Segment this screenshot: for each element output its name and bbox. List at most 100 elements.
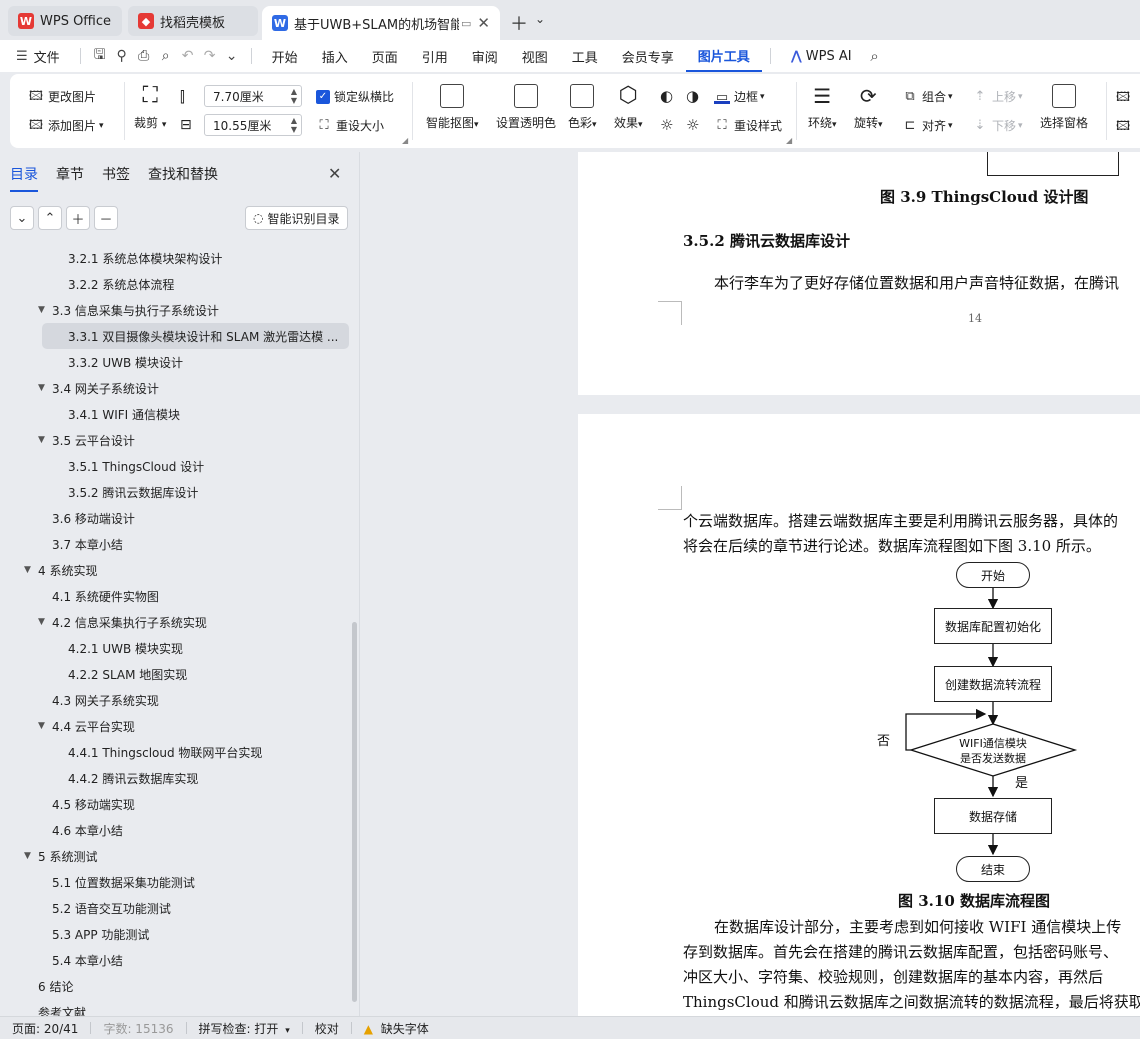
add-heading-button[interactable]: ＋ — [66, 206, 90, 230]
menu-file[interactable]: ☰ 文件 — [0, 40, 72, 72]
window-icon[interactable]: ▭ — [461, 17, 471, 30]
close-tab-icon[interactable]: ✕ — [477, 14, 490, 32]
toc-item[interactable]: 4.2.1 UWB 模块实现 — [0, 635, 350, 661]
reset-style-button[interactable]: ⛶ 重设样式 — [714, 117, 782, 134]
menu-tools[interactable]: 工具 — [560, 40, 610, 72]
menu-view[interactable]: 视图 — [510, 40, 560, 72]
toc-item[interactable]: 3.2.1 系统总体模块架构设计 — [0, 245, 350, 271]
print-icon[interactable]: ⎙ — [133, 48, 155, 64]
tab-docer-templates[interactable]: ◆ 找稻壳模板 — [128, 6, 258, 36]
toc-item[interactable]: ▼ 3.4 网关子系统设计 — [0, 375, 350, 401]
collapse-all-button[interactable]: ⌃ — [38, 206, 62, 230]
toc-item[interactable]: 3.5.1 ThingsCloud 设计 — [0, 453, 350, 479]
chevron-down-icon[interactable]: ⌄ — [221, 48, 243, 64]
toc-item[interactable]: 4.3 网关子系统实现 — [0, 687, 350, 713]
toc-item[interactable]: 4.5 移动端实现 — [0, 791, 350, 817]
toc-item[interactable]: 5.4 本章小结 — [0, 947, 350, 973]
toc-item[interactable]: ▼ 5 系统测试 — [0, 843, 350, 869]
print-preview-icon[interactable]: ⌕ — [155, 48, 177, 64]
height-input[interactable]: 7.70厘米 ▲ ▼ — [204, 85, 302, 107]
width-input[interactable]: 10.55厘米 ▲ ▼ — [204, 114, 302, 136]
color-button[interactable]: 色彩▾ — [568, 84, 597, 131]
toc-item[interactable]: ▼ 3.5 云平台设计 — [0, 427, 350, 453]
move-down-button[interactable]: ⇣ 下移 ▾ — [972, 117, 1023, 134]
menu-home[interactable]: 开始 — [260, 40, 310, 72]
reset-size-button[interactable]: ⛶ 重设大小 — [316, 117, 384, 134]
toc-item[interactable]: 3.3.1 双目摄像头模块设计和 SLAM 激光雷达模 ... — [42, 323, 349, 349]
save-icon[interactable]: 🖫 — [89, 44, 111, 68]
change-picture-button[interactable]: 🖾 更改图片 — [28, 88, 96, 105]
caret-down-icon[interactable]: ▼ — [24, 565, 38, 575]
dialog-launcher-icon[interactable]: ◢ — [786, 136, 792, 145]
smart-cutout-button[interactable]: 智能抠图▾ — [426, 84, 479, 131]
wrap-button[interactable]: ☰ 环绕▾ — [808, 84, 837, 131]
chevron-down-icon[interactable]: ⌄ — [535, 12, 545, 26]
caret-down-icon[interactable]: ▼ — [38, 305, 52, 315]
toc-item[interactable]: 3.6 移动端设计 — [0, 505, 350, 531]
move-up-button[interactable]: ⇡ 上移 ▾ — [972, 88, 1023, 105]
caret-down-icon[interactable]: ▼ — [38, 383, 52, 393]
stepper-arrows-icon[interactable]: ▲ ▼ — [291, 87, 297, 105]
group-button[interactable]: ⧉ 组合 ▾ — [902, 88, 952, 105]
caret-down-icon[interactable]: ▼ — [38, 721, 52, 731]
menu-review[interactable]: 审阅 — [460, 40, 510, 72]
redo-icon[interactable]: ↷ — [199, 48, 221, 64]
menu-member[interactable]: 会员专享 — [610, 40, 686, 72]
toc-item[interactable]: ▼ 4 系统实现 — [0, 557, 350, 583]
caret-down-icon[interactable]: ▼ — [38, 617, 52, 627]
toc-item[interactable]: 3.2.2 系统总体流程 — [0, 271, 350, 297]
word-count[interactable]: 字数: 15136 — [91, 1020, 185, 1037]
toc-item[interactable]: 5.2 语音交互功能测试 — [0, 895, 350, 921]
border-button[interactable]: ▭ 边框 ▾ — [714, 88, 765, 105]
search-icon[interactable]: ⌕ — [864, 47, 886, 65]
toc-item[interactable]: 4.6 本章小结 — [0, 817, 350, 843]
tab-wps-office[interactable]: W WPS Office — [8, 6, 122, 36]
brightness-icon[interactable]: ◐ — [660, 87, 673, 105]
sun-decrease-icon[interactable]: ☼ — [686, 116, 699, 134]
toc-item[interactable]: 3.4.1 WIFI 通信模块 — [0, 401, 350, 427]
proofread-button[interactable]: 校对 — [303, 1020, 351, 1037]
toc-item[interactable]: 4.4.1 Thingscloud 物联网平台实现 — [0, 739, 350, 765]
toc-item[interactable]: ▼ 3.3 信息采集与执行子系统设计 — [0, 297, 350, 323]
set-transparent-button[interactable]: 设置透明色 — [496, 84, 556, 131]
toc-item[interactable]: 4.2.2 SLAM 地图实现 — [0, 661, 350, 687]
tab-bookmarks[interactable]: 书签 — [102, 164, 130, 192]
add-picture-button[interactable]: 🖾 添加图片 ▾ — [28, 117, 104, 134]
tab-chapters[interactable]: 章节 — [56, 164, 84, 192]
contrast-icon[interactable]: ◑ — [686, 87, 699, 105]
page-indicator[interactable]: 页面: 20/41 — [0, 1020, 90, 1037]
dialog-launcher-icon[interactable]: ◢ — [402, 136, 408, 145]
tab-toc[interactable]: 目录 — [10, 164, 38, 192]
selection-pane-button[interactable]: 选择窗格 — [1040, 84, 1088, 131]
close-icon[interactable]: ✕ — [328, 164, 341, 183]
toc-item[interactable]: 6 结论 — [0, 973, 350, 999]
document-area[interactable]: 图 3.9 ThingsCloud 设计图 3.5.2 腾讯云数据库设计 本行李… — [361, 152, 1140, 1016]
toc-item[interactable]: 4.4.2 腾讯云数据库实现 — [0, 765, 350, 791]
stepper-arrows-icon[interactable]: ▲ ▼ — [291, 116, 297, 134]
missing-font-button[interactable]: ▲ 缺失字体 — [352, 1020, 441, 1037]
sun-increase-icon[interactable]: ☼ — [660, 116, 673, 134]
remove-heading-button[interactable]: － — [94, 206, 118, 230]
undo-icon[interactable]: ↶ — [177, 48, 199, 64]
toc-item[interactable]: 3.3.2 UWB 模块设计 — [0, 349, 350, 375]
menu-wps-ai[interactable]: ⋀ WPS AI — [779, 40, 864, 72]
caret-down-icon[interactable]: ▼ — [24, 851, 38, 861]
rotate-button[interactable]: ⟳ 旋转▾ — [854, 84, 883, 131]
menu-insert[interactable]: 插入 — [310, 40, 360, 72]
new-tab-icon[interactable]: ＋ — [510, 10, 528, 36]
smart-toc-button[interactable]: ◌ 智能识别目录 — [245, 206, 348, 230]
tab-current-document[interactable]: W 基于UWB+SLAM的机场智能行 ▭ ✕ — [262, 6, 500, 40]
toc-item[interactable]: 3.5.2 腾讯云数据库设计 — [0, 479, 350, 505]
align-button[interactable]: ⊏ 对齐 ▾ — [902, 117, 953, 134]
image-icon[interactable]: 🖾 — [1116, 117, 1130, 139]
menu-page[interactable]: 页面 — [360, 40, 410, 72]
image-icon[interactable]: 🖾 — [1116, 88, 1130, 110]
toc-item[interactable]: 4.1 系统硬件实物图 — [0, 583, 350, 609]
effects-button[interactable]: ⬡ 效果▾ — [614, 84, 643, 131]
spell-check-toggle[interactable]: 拼写检查: 打开 ▾ — [187, 1020, 302, 1037]
toc-item[interactable]: 5.3 APP 功能测试 — [0, 921, 350, 947]
menu-picture-tools[interactable]: 图片工具 — [685, 40, 762, 72]
menu-references[interactable]: 引用 — [410, 40, 460, 72]
caret-down-icon[interactable]: ▼ — [38, 435, 52, 445]
toc-item[interactable]: 3.7 本章小结 — [0, 531, 350, 557]
